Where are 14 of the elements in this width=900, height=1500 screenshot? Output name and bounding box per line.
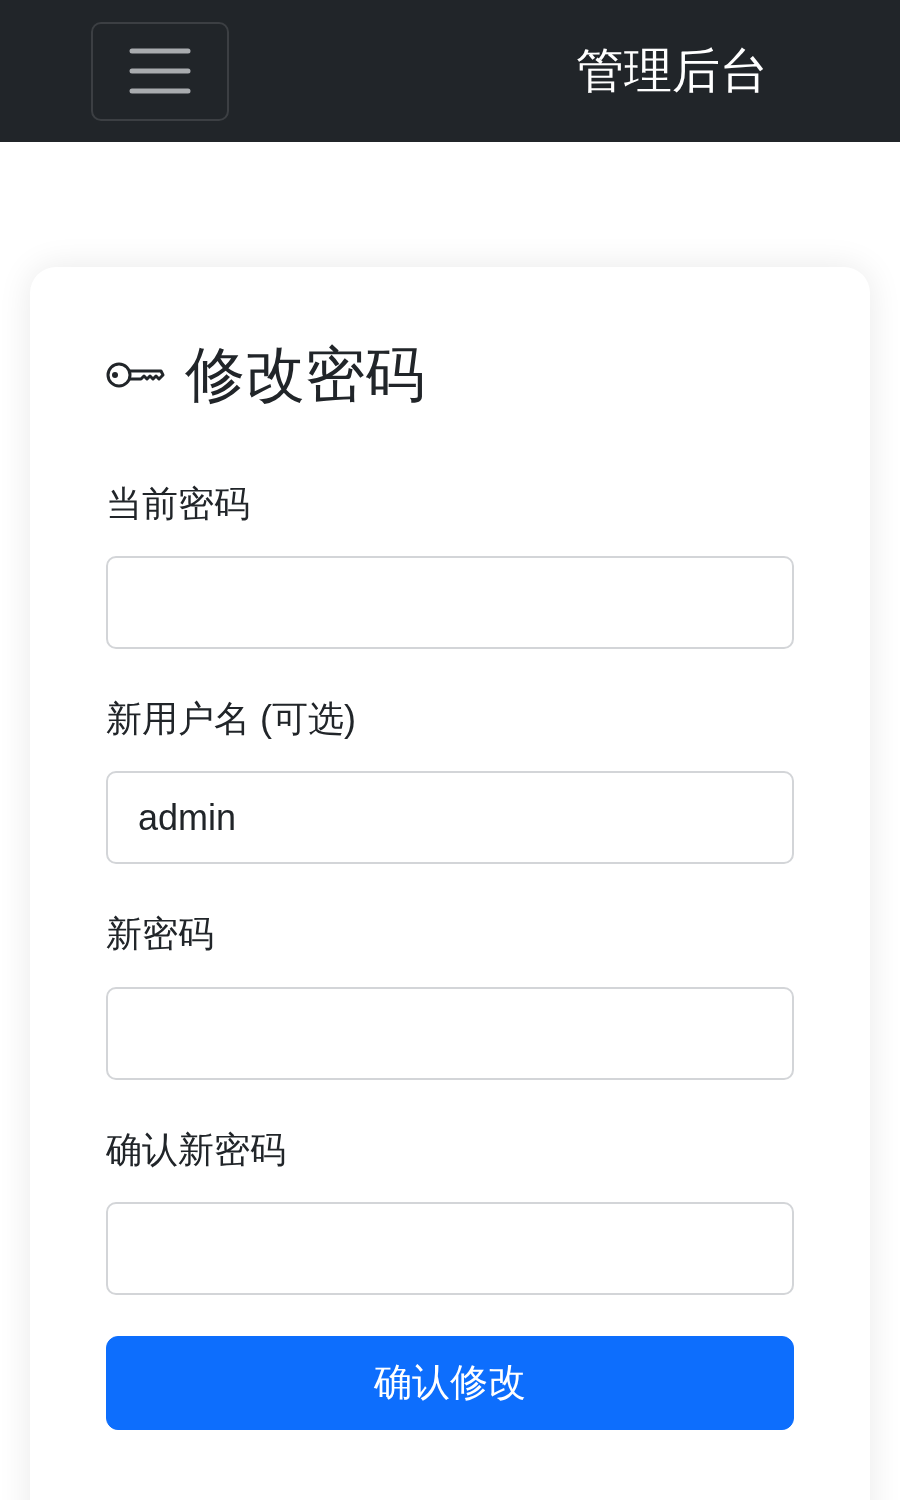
brand-link[interactable]: 管理后台 [576, 42, 768, 100]
input-field[interactable] [106, 1201, 794, 1295]
submit-button[interactable]: 确认修改 [106, 1335, 794, 1430]
field-label: 确认新密码 [106, 1127, 287, 1171]
input-field[interactable] [106, 556, 794, 650]
key-icon [106, 360, 165, 390]
input-field[interactable]: admin [106, 771, 794, 865]
field-label: 新密码 [106, 912, 215, 956]
menu-toggle-button[interactable] [91, 21, 229, 121]
field-label: 当前密码 [106, 482, 251, 526]
form-title: 修改密码 [185, 340, 425, 410]
input-field[interactable] [106, 986, 794, 1080]
menu-icon [129, 47, 191, 95]
field-label: 新用户名 (可选) [106, 697, 357, 741]
